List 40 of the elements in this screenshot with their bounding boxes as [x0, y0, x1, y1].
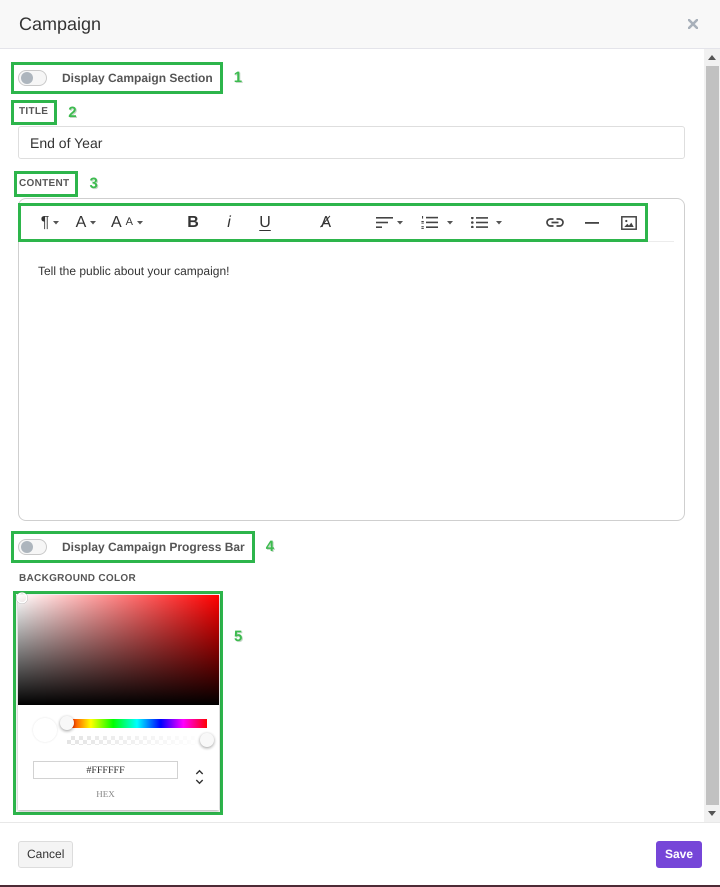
- callout-number: 3: [89, 176, 98, 192]
- toggle-label: Display Campaign Progress Bar: [62, 539, 245, 556]
- clear-format-button[interactable]: A̸: [312, 208, 340, 238]
- field-label: TITLE: [19, 106, 48, 118]
- slider-thumb[interactable]: [200, 733, 214, 747]
- color-marker-icon[interactable]: [16, 592, 28, 604]
- link-icon: [546, 218, 564, 227]
- scrollbar-thumb[interactable]: [706, 66, 718, 805]
- scroll-down-arrow-icon[interactable]: [708, 811, 716, 816]
- underline-button[interactable]: U: [251, 208, 280, 238]
- image-icon: [621, 216, 638, 230]
- dialog-title: Campaign: [19, 13, 102, 35]
- callout-number: 4: [266, 539, 274, 555]
- field-label: BACKGROUND COLOR: [18, 573, 136, 585]
- italic-button[interactable]: i: [215, 208, 244, 238]
- scroll-up-arrow-icon[interactable]: [708, 55, 716, 60]
- field-label: CONTENT: [19, 178, 70, 190]
- callout-number: 2: [68, 104, 77, 120]
- up-down-chevron-icon[interactable]: [195, 769, 204, 785]
- bold-button[interactable]: B: [179, 208, 208, 238]
- font-size-button[interactable]: A A: [108, 208, 146, 238]
- callout-number: 5: [234, 629, 242, 645]
- format-label: HEX: [96, 789, 115, 800]
- horizontal-line-icon: [585, 222, 600, 224]
- bullet-list-icon: [471, 217, 488, 228]
- save-button[interactable]: Save: [656, 841, 702, 868]
- slider-thumb[interactable]: [60, 716, 74, 730]
- paragraph-format-button[interactable]: ¶: [36, 208, 64, 238]
- align-lines-icon: [376, 217, 394, 228]
- toggle-switch[interactable]: [18, 70, 47, 86]
- numbered-list-icon: [421, 216, 438, 229]
- toggle-label: Display Campaign Section: [62, 70, 213, 87]
- cancel-button[interactable]: Cancel: [18, 841, 74, 868]
- toggle-switch[interactable]: [18, 539, 47, 555]
- text-input[interactable]: End of Year: [18, 126, 685, 159]
- callout-number: 1: [234, 70, 242, 86]
- hex-input[interactable]: #FFFFFF: [33, 761, 178, 779]
- font-button[interactable]: A: [72, 208, 100, 238]
- editor-text-area[interactable]: Tell the public about your campaign!: [19, 242, 684, 520]
- saturation-area[interactable]: [18, 595, 219, 705]
